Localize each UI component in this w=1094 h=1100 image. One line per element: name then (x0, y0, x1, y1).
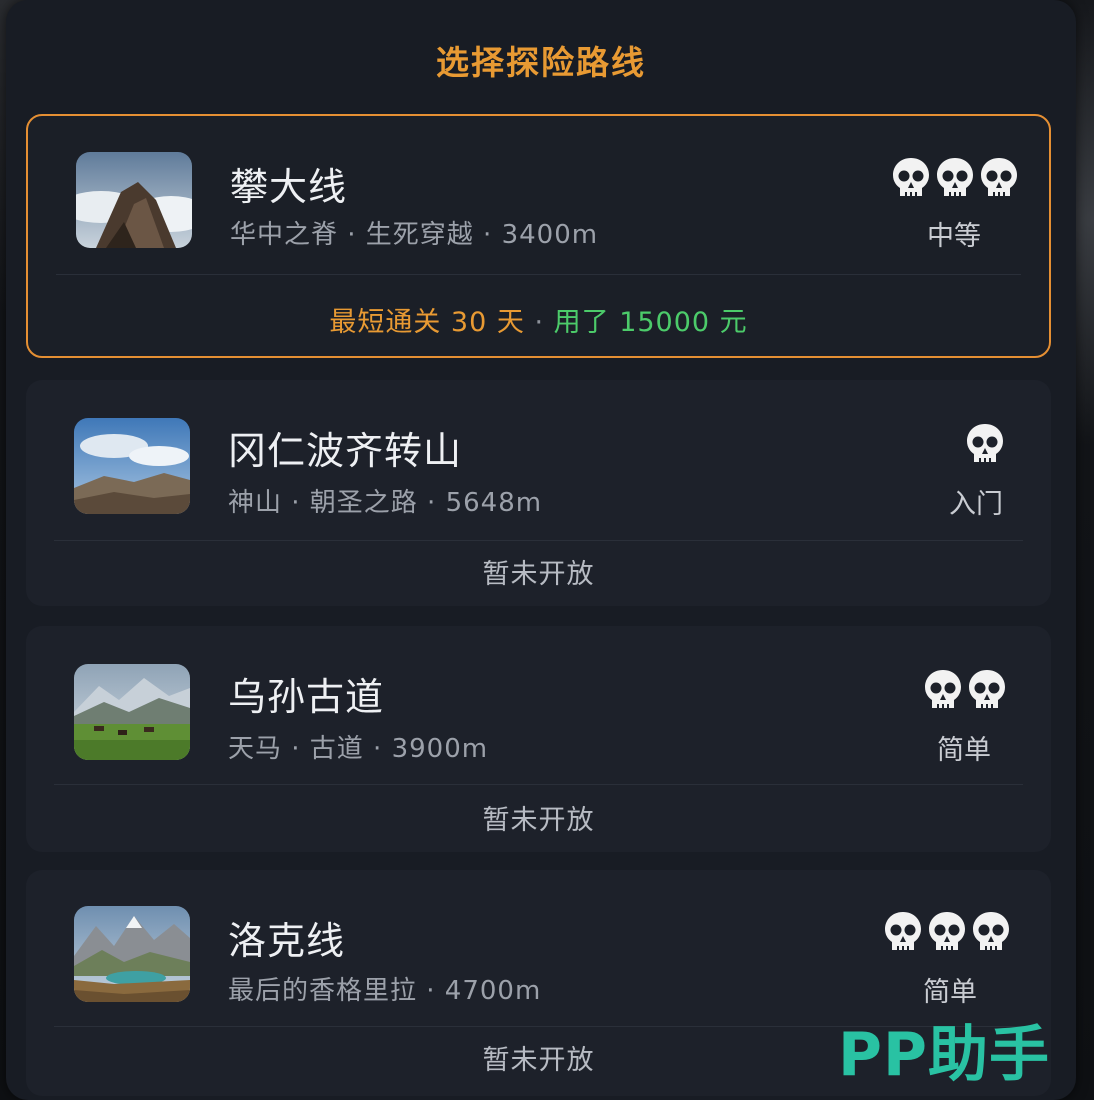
route-status: 暂未开放 (482, 805, 595, 836)
difficulty-label: 入门 (949, 489, 1003, 520)
skull-icon (973, 912, 1009, 951)
skull-icon (929, 912, 965, 951)
grassland-horses-photo-icon (74, 664, 190, 760)
route-card-panda[interactable]: 攀大线 华中之脊 · 生死穿越 · 3400m 中等 最短通关 30 天 · 用… (26, 114, 1051, 358)
route-thumbnail (76, 152, 192, 248)
difficulty-label: 简单 (937, 735, 991, 766)
route-select-panel: 选择探险路线 攀大线 华中之脊 · 生死穿越 · 3400m 中等 最短通关 3… (6, 0, 1076, 1100)
route-status: 暂未开放 (482, 559, 595, 590)
route-name: 洛克线 (228, 919, 346, 963)
panel-title: 选择探险路线 (436, 43, 646, 82)
route-subtitle: 神山 · 朝圣之路 · 5648m (228, 488, 543, 518)
card-divider (54, 784, 1023, 785)
route-thumbnail (74, 664, 190, 760)
shortest-clear-text: 最短通关 30 天 (329, 307, 525, 338)
difficulty-skulls (883, 910, 1011, 954)
skull-icon (969, 670, 1005, 709)
sky-plateau-photo-icon (74, 418, 190, 514)
route-card-kailash[interactable]: 冈仁波齐转山 神山 · 朝圣之路 · 5648m 入门 暂未开放 (26, 380, 1051, 606)
route-card-wusun[interactable]: 乌孙古道 天马 · 古道 · 3900m 简单 暂未开放 (26, 626, 1051, 852)
route-record: 最短通关 30 天 · 用了 15000 元 (28, 300, 1049, 339)
footer-separator: · (524, 307, 554, 338)
route-name: 乌孙古道 (228, 675, 385, 719)
difficulty-label: 中等 (927, 221, 981, 252)
difficulty-skulls (891, 156, 1019, 200)
skull-icon (925, 670, 961, 709)
skull-icon (981, 158, 1017, 197)
difficulty-skulls (923, 668, 1007, 712)
difficulty-skulls (965, 422, 1005, 466)
cost-text: 用了 15000 元 (553, 307, 748, 338)
lake-mountain-photo-icon (74, 906, 190, 1002)
route-name: 攀大线 (230, 165, 348, 209)
difficulty-label: 简单 (923, 977, 977, 1008)
route-thumbnail (74, 906, 190, 1002)
skull-icon (885, 912, 921, 951)
route-subtitle: 华中之脊 · 生死穿越 · 3400m (230, 220, 599, 250)
watermark: PP助手 (838, 1020, 1050, 1090)
route-name: 冈仁波齐转山 (228, 429, 463, 473)
card-divider (56, 274, 1021, 275)
skull-icon (967, 424, 1003, 463)
skull-icon (937, 158, 973, 197)
card-divider (54, 540, 1023, 541)
route-thumbnail (74, 418, 190, 514)
route-subtitle: 最后的香格里拉 · 4700m (228, 976, 542, 1006)
route-subtitle: 天马 · 古道 · 3900m (228, 734, 489, 764)
mountain-cloud-photo-icon (76, 152, 192, 248)
skull-icon (893, 158, 929, 197)
